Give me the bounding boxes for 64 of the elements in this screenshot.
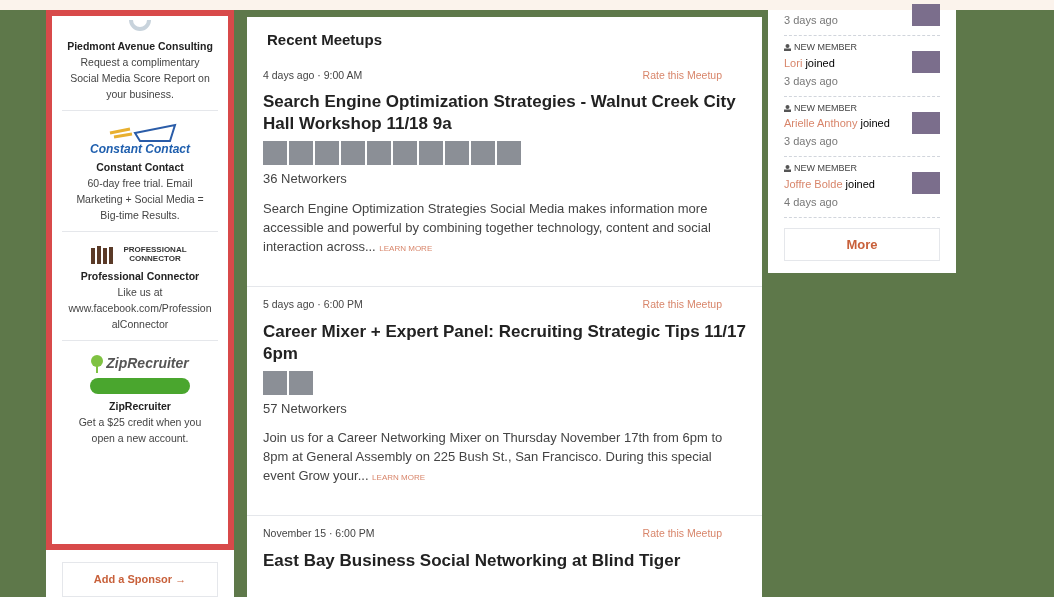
photo-placeholder[interactable] — [289, 141, 313, 166]
rate-link[interactable]: Rate this Meetup — [642, 526, 722, 542]
photo-placeholder — [912, 111, 940, 134]
photo-placeholder — [912, 172, 940, 194]
photo-placeholder[interactable] — [289, 370, 313, 395]
photo-placeholder[interactable] — [445, 141, 469, 166]
meetup-date: 5 days ago · 6:00 PM — [263, 296, 363, 312]
sponsor-name[interactable]: Piedmont Avenue Consulting — [67, 38, 213, 54]
activity-time: 3 days ago — [784, 13, 838, 28]
photo-placeholder — [912, 51, 940, 73]
meetup-title[interactable]: Search Engine Optimization Strategies - Walnut Creek City Hall Workshop 11/18 9a — [263, 91, 746, 136]
activity-text: Lori joined — [784, 55, 836, 71]
sponsor-description: Like us at www.facebook.com/ProfessionalConnector — [67, 285, 213, 332]
more-button[interactable]: More — [784, 227, 940, 261]
sponsor-name[interactable]: Constant Contact — [96, 159, 184, 175]
activity-time: 3 days ago — [784, 134, 839, 149]
person-icon — [784, 104, 791, 112]
add-sponsor-button[interactable]: Add a Sponsor → — [62, 562, 218, 597]
attendee-count: 57 Networkers — [263, 399, 348, 418]
logo-text: ZipRecruiter — [106, 354, 189, 373]
meetup-title[interactable]: Career Mixer + Expert Panel: Recruiting Strategic Tips 11/17 6pm — [263, 320, 746, 365]
photo-placeholder[interactable] — [263, 370, 287, 395]
meetup-description: Join us for a Career Networking Mixer on Thursday November 17th from 6pm to 8pm at General Assembly on 225 Bush St., San Francisco. During this special event Grow your... LEARN MORE — [263, 429, 724, 485]
rate-link[interactable]: Rate this Meetup — [642, 296, 722, 313]
photo-placeholder[interactable] — [471, 141, 495, 166]
meetup-date: November 15 · 6:00 PM — [263, 526, 375, 541]
activity-label: NEW MEMBER — [794, 41, 857, 54]
rate-link[interactable]: Rate this Meetup — [642, 67, 722, 84]
meetup-date: 4 days ago · 9:00 AM — [263, 67, 363, 83]
activity-text: Joffre Bolde joined — [784, 176, 876, 192]
sponsor-name[interactable]: Professional Connector — [80, 268, 200, 284]
post-job-button[interactable] — [90, 378, 190, 394]
activity-label: NEW MEMBER — [794, 162, 857, 175]
activity-time: 3 days ago — [784, 73, 839, 89]
learn-more-link[interactable]: LEARN MORE — [372, 473, 425, 482]
meetup-description: Search Engine Optimization Strategies Social Media makes information more accessible and powerful by combining together technology, content and social interaction across... LEARN MORE — [263, 199, 712, 256]
sponsor-description: 60-day free trial. Email Marketing + Social Media = Big-time Results. — [75, 176, 205, 223]
photo-placeholder[interactable] — [497, 141, 521, 166]
section-title: Recent Meetups — [266, 30, 384, 50]
activity-time: 4 days ago — [784, 194, 839, 210]
photo-placeholder[interactable] — [419, 141, 443, 166]
member-link[interactable]: Joffre Bolde — [784, 177, 843, 190]
photo-placeholder[interactable] — [341, 141, 365, 166]
activity-label: NEW MEMBER — [794, 101, 857, 115]
member-link[interactable]: Lori — [784, 56, 803, 69]
logo-text: PROFESSIONAL CONNECTOR — [122, 245, 188, 263]
person-icon — [784, 44, 791, 52]
photo-placeholder[interactable] — [263, 141, 287, 166]
logo-text: Constant Contact — [90, 143, 190, 155]
photo-placeholder[interactable] — [393, 141, 417, 166]
photo-placeholder — [912, 4, 940, 26]
member-link[interactable]: Arielle Anthony — [784, 117, 858, 129]
learn-more-link[interactable]: LEARN MORE — [379, 243, 433, 253]
sponsor-description: Request a complimentary Social Media Score Report on your business. — [69, 55, 211, 102]
tree-icon — [91, 354, 104, 373]
sponsor-description: Get a $25 credit when you open a new account. — [77, 415, 203, 446]
person-icon — [784, 165, 791, 173]
photo-placeholder[interactable] — [315, 141, 339, 166]
sponsor-name[interactable]: ZipRecruiter — [109, 398, 171, 414]
meetup-title[interactable]: East Bay Business Social Networking at Blind Tiger — [263, 549, 746, 572]
activity-text: Arielle Anthony joined — [784, 116, 891, 131]
photo-placeholder[interactable] — [367, 141, 391, 166]
attendee-count: 36 Networkers — [263, 170, 348, 189]
people-icon — [90, 244, 116, 264]
